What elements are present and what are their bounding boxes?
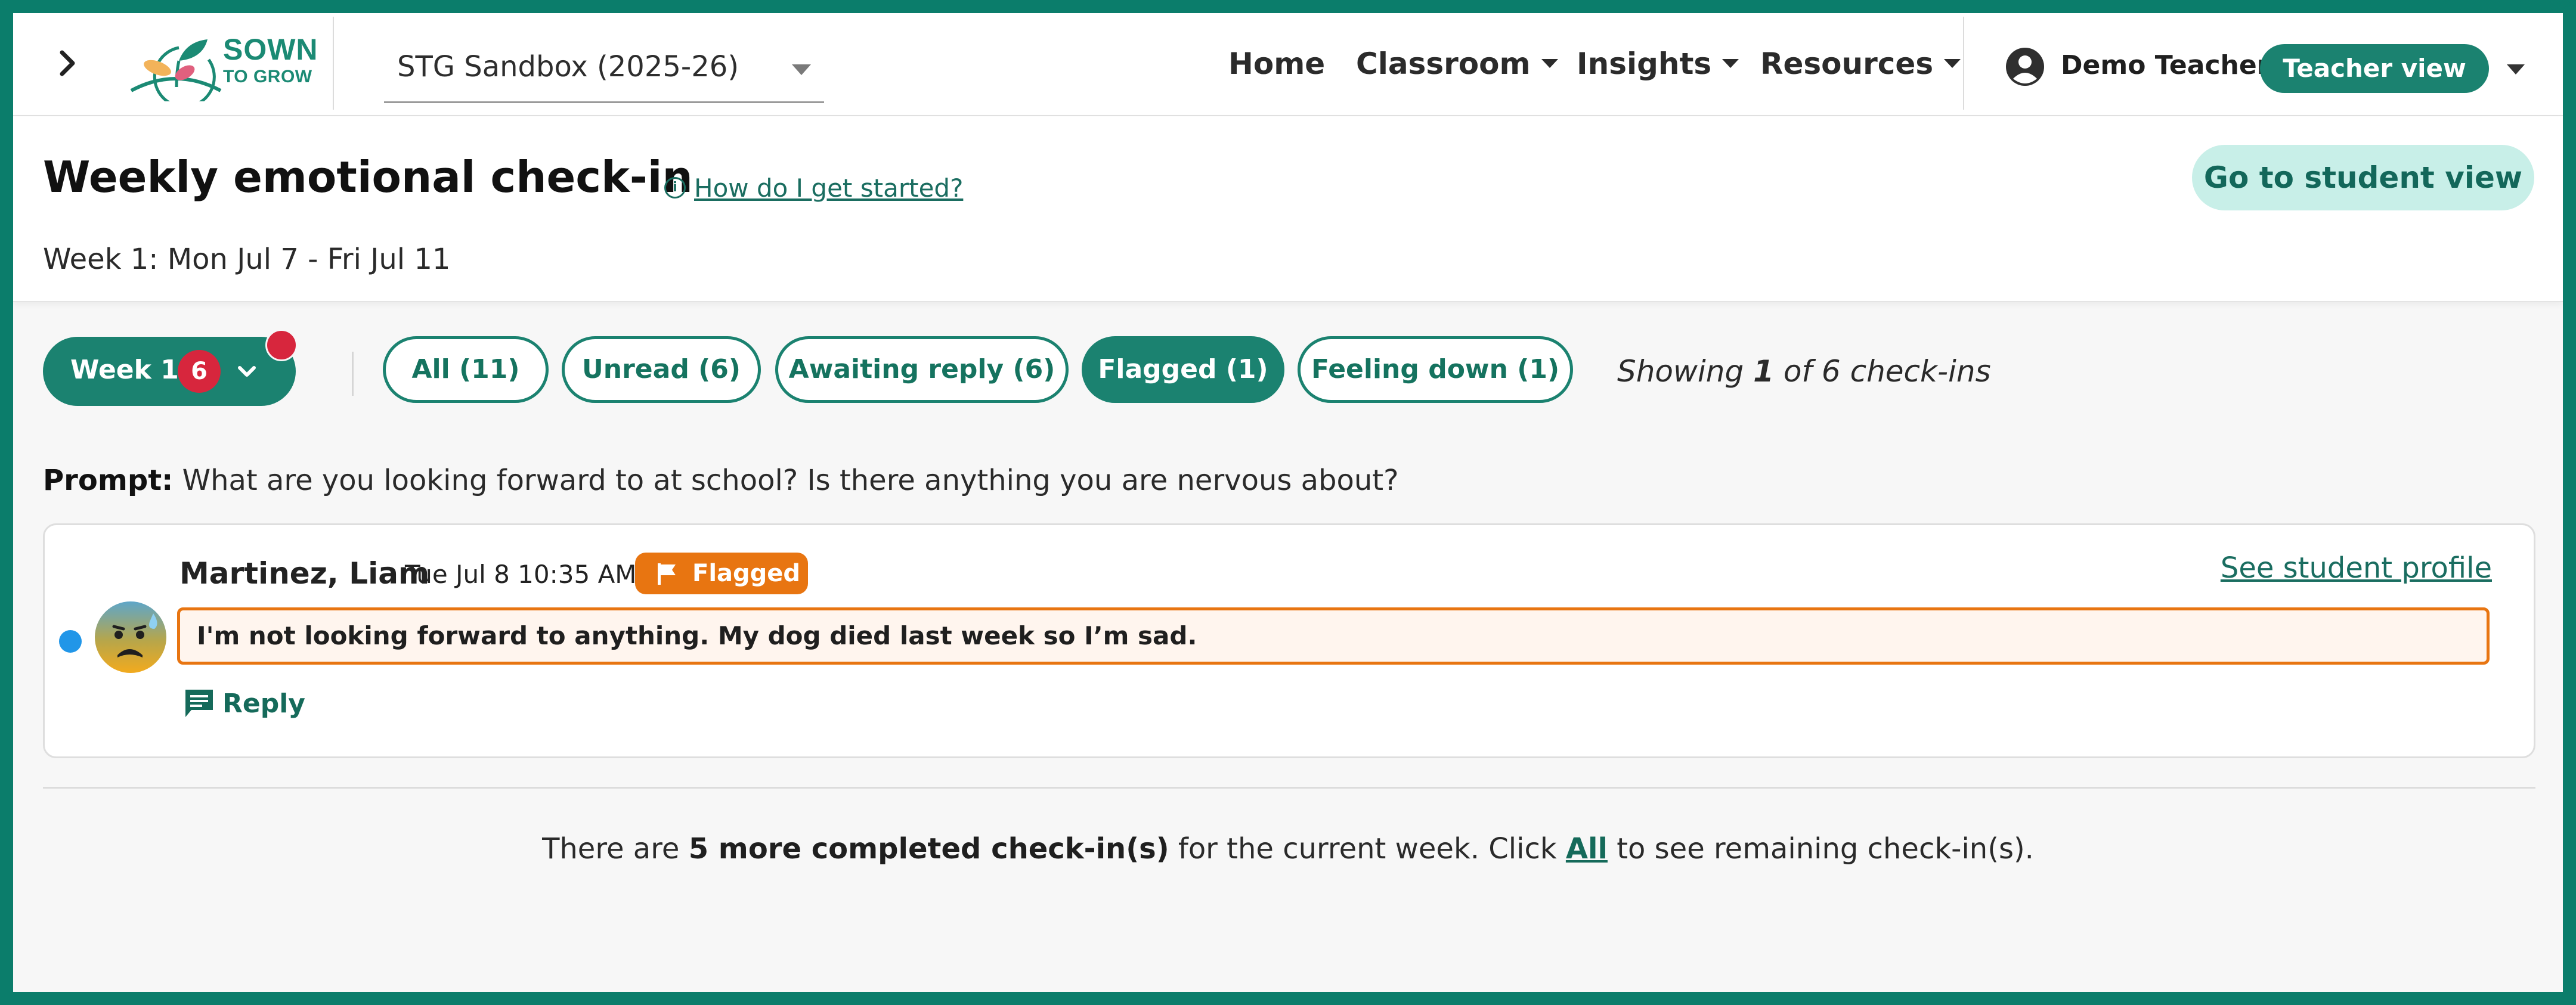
info-icon: i <box>664 176 686 198</box>
checkin-message: I'm not looking forward to anything. My … <box>177 607 2490 665</box>
help-link[interactable]: i How do I get started? <box>664 173 963 203</box>
top-nav: SOWN TO GROW STG Sandbox (2025-26) Home … <box>13 13 2563 116</box>
teacher-view-badge: Teacher view <box>2260 44 2489 93</box>
week-label: Week 1 <box>70 355 179 385</box>
remaining-checkins-note: There are 5 more completed check-in(s) f… <box>13 832 2563 866</box>
chevron-right-icon[interactable] <box>44 39 92 87</box>
nav-home[interactable]: Home <box>1228 46 1325 81</box>
flag-icon <box>658 563 676 585</box>
showing-prefix: Showing <box>1617 354 1754 389</box>
checkin-card: Martinez, Liam Tue Jul 8 10:35 AM Flagge… <box>43 523 2535 758</box>
nav-classroom-label: Classroom <box>1356 46 1531 81</box>
nav-divider <box>1963 17 1964 110</box>
filter-chip-feeling-down[interactable]: Feeling down (1) <box>1298 336 1573 403</box>
filter-chip-unread[interactable]: Unread (6) <box>562 336 761 403</box>
unread-dot <box>59 630 82 653</box>
showing-count-text: Showing 1 of 6 check-ins <box>1617 354 1991 389</box>
nav-classroom[interactable]: Classroom <box>1356 46 1558 81</box>
student-name: Martinez, Liam <box>179 556 430 591</box>
nav-home-label: Home <box>1228 46 1326 81</box>
footer-middle: for the current week. Click <box>1169 832 1566 866</box>
flagged-badge: Flagged <box>635 553 808 594</box>
caret-down-icon <box>1541 59 1558 68</box>
user-menu-caret-icon[interactable] <box>2507 64 2525 75</box>
week-unread-badge: 6 <box>178 350 221 393</box>
nav-resources[interactable]: Resources <box>1760 46 1961 81</box>
nav-insights[interactable]: Insights <box>1577 46 1739 81</box>
class-select[interactable]: STG Sandbox (2025-26) <box>384 42 824 103</box>
chevron-down-icon <box>238 366 256 377</box>
class-select-value: STG Sandbox (2025-26) <box>397 50 739 83</box>
caret-down-icon <box>1722 59 1739 68</box>
prompt-text: What are you looking forward to at schoo… <box>173 464 1399 497</box>
filter-chip-all[interactable]: All (11) <box>383 336 549 403</box>
app-frame: SOWN TO GROW STG Sandbox (2025-26) Home … <box>0 0 2576 1005</box>
flagged-badge-label: Flagged <box>692 560 801 587</box>
page-header: Weekly emotional check-in i How do I get … <box>13 116 2563 302</box>
nav-resources-label: Resources <box>1760 46 1934 81</box>
showing-suffix: of 6 check-ins <box>1773 354 1991 389</box>
caret-down-icon <box>792 64 811 75</box>
filter-divider <box>352 352 354 396</box>
logo-line2: TO GROW <box>223 67 312 86</box>
page-title: Weekly emotional check-in <box>43 152 693 202</box>
sad-sweat-face-icon <box>95 601 166 673</box>
logo-wordmark: SOWN TO GROW <box>223 35 318 86</box>
help-link-label: How do I get started? <box>694 173 964 203</box>
filter-chip-flagged[interactable]: Flagged (1) <box>1082 336 1284 403</box>
footer-suffix: to see remaining check-in(s). <box>1607 832 2034 866</box>
comment-icon <box>185 690 213 717</box>
nav-insights-label: Insights <box>1577 46 1712 81</box>
nav-divider <box>333 17 334 110</box>
checkin-prompt: Prompt: What are you looking forward to … <box>43 464 1399 497</box>
see-student-profile-link[interactable]: See student profile <box>2221 551 2492 585</box>
section-divider <box>43 787 2535 789</box>
week-range: Week 1: Mon Jul 7 - Fri Jul 11 <box>43 243 451 276</box>
app-window: SOWN TO GROW STG Sandbox (2025-26) Home … <box>13 13 2563 992</box>
reply-label: Reply <box>222 688 305 719</box>
go-to-student-view-button[interactable]: Go to student view <box>2192 145 2534 210</box>
week-selector[interactable]: Week 1 6 <box>43 337 296 406</box>
checkin-timestamp: Tue Jul 8 10:35 AM <box>405 560 637 589</box>
footer-prefix: There are <box>542 832 689 866</box>
logo-line1: SOWN <box>223 33 318 66</box>
caret-down-icon <box>1944 59 1961 68</box>
user-circle-icon[interactable] <box>2005 46 2045 87</box>
footer-count: 5 more completed check-in(s) <box>688 832 1169 866</box>
filter-chip-awaiting-reply[interactable]: Awaiting reply (6) <box>775 336 1069 403</box>
showing-count: 1 <box>1753 354 1774 389</box>
notification-dot <box>265 329 298 361</box>
footer-all-link[interactable]: All <box>1566 832 1608 866</box>
user-name[interactable]: Demo Teacher <box>2061 50 2270 80</box>
prompt-label: Prompt: <box>43 464 174 497</box>
